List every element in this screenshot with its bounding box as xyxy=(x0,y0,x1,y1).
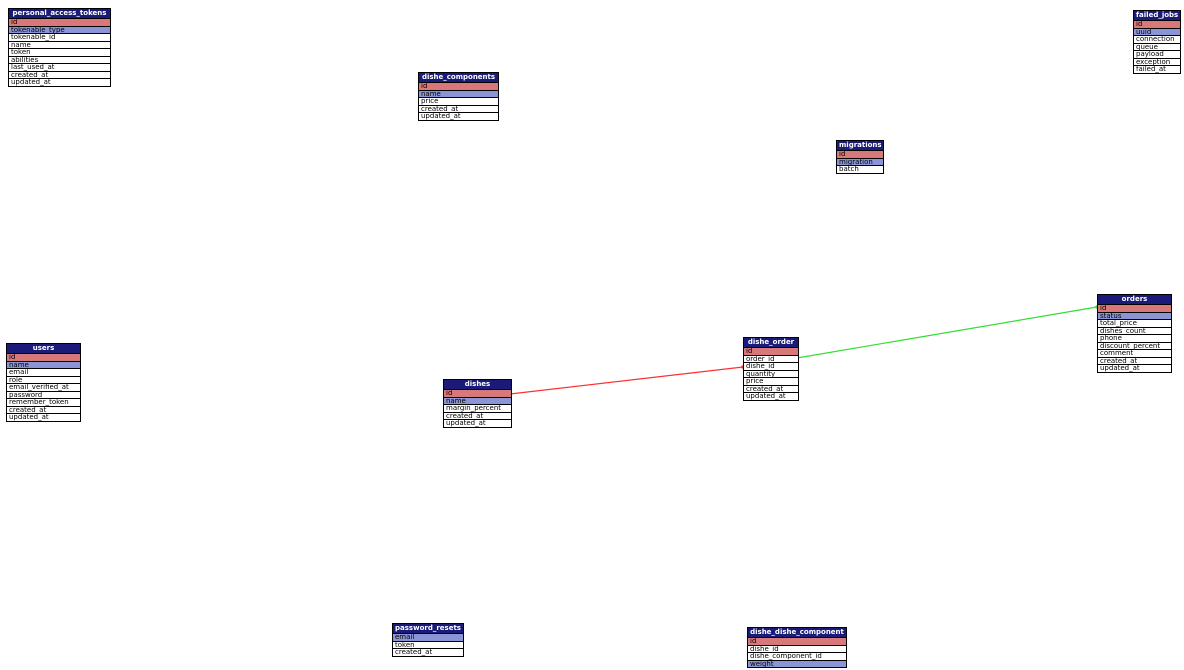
table-title: password_resets xyxy=(393,624,463,633)
table-field: created_at xyxy=(393,648,463,656)
table-password-resets[interactable]: password_resets email token created_at xyxy=(392,623,464,657)
primary-key-field: id xyxy=(419,82,498,90)
table-field: created_at xyxy=(419,104,498,113)
relation-dishe-order-to-orders xyxy=(795,305,1099,360)
table-users[interactable]: users id name email role email_verified_at pas… xyxy=(6,343,81,422)
primary-key-field: id xyxy=(444,389,511,397)
table-field: created_at xyxy=(744,384,798,393)
table-field: email xyxy=(7,368,80,376)
table-field: quantity xyxy=(744,369,798,378)
table-field: margin_percent xyxy=(444,404,511,412)
table-field: queue xyxy=(1134,42,1180,51)
table-field: token xyxy=(9,48,110,56)
table-field: discount_percent xyxy=(1098,341,1171,350)
table-field: order_id xyxy=(744,354,798,363)
table-title: failed_jobs xyxy=(1134,11,1180,20)
table-migrations[interactable]: migrations id migration batch xyxy=(836,140,884,174)
table-field: created_at xyxy=(7,405,80,414)
table-field: total_price xyxy=(1098,319,1171,327)
table-failed-jobs[interactable]: failed_jobs id uuid connection queue payload e… xyxy=(1133,10,1181,74)
table-field: role xyxy=(7,375,80,384)
key-field: name xyxy=(7,360,80,368)
primary-key-field: id xyxy=(748,637,846,645)
table-field: updated_at xyxy=(419,112,498,120)
table-field: exception xyxy=(1134,57,1180,66)
table-title: users xyxy=(7,344,80,353)
table-title: dishes xyxy=(444,380,511,389)
primary-key-field: id xyxy=(837,150,883,158)
table-field: price xyxy=(419,97,498,105)
relation-dishe-order-to-dishes xyxy=(508,365,745,396)
primary-key-field: id xyxy=(9,18,110,26)
table-dishe-dishe-component[interactable]: dishe_dishe_component id dishe_id dishe_com… xyxy=(747,627,847,668)
table-field: updated_at xyxy=(1098,364,1171,372)
key-field: migration xyxy=(837,157,883,165)
relation-line xyxy=(509,366,744,395)
table-title: personal_access_tokens xyxy=(9,9,110,18)
key-field: uuid xyxy=(1134,27,1180,35)
table-dishe-order[interactable]: dishe_order id order_id dishe_id quantity pri… xyxy=(743,337,799,401)
relations-layer xyxy=(508,305,1099,396)
table-field: phone xyxy=(1098,334,1171,342)
primary-key-field: id xyxy=(7,353,80,361)
key-field: name xyxy=(419,89,498,97)
table-field: updated_at xyxy=(444,419,511,427)
table-field: created_at xyxy=(1098,356,1171,365)
table-field: dishe_id xyxy=(744,362,798,370)
table-dishes[interactable]: dishes id name margin_percent created_at upda… xyxy=(443,379,512,428)
key-field: status xyxy=(1098,311,1171,319)
key-field: email xyxy=(393,633,463,641)
primary-key-field: id xyxy=(744,347,798,355)
table-title: dishe_dishe_component xyxy=(748,628,846,637)
table-field: token xyxy=(393,640,463,649)
primary-key-field: id xyxy=(1098,304,1171,312)
table-title: dishe_order xyxy=(744,338,798,347)
table-field: batch xyxy=(837,165,883,173)
table-field: updated_at xyxy=(9,78,110,86)
table-field: name xyxy=(9,40,110,49)
table-dishe-components[interactable]: dishe_components id name price created_at upd… xyxy=(418,72,499,121)
table-field: payload xyxy=(1134,50,1180,58)
table-field: created_at xyxy=(9,70,110,79)
table-field: connection xyxy=(1134,35,1180,43)
table-field: dishe_id xyxy=(748,644,846,653)
table-field: comment xyxy=(1098,349,1171,357)
table-field: price xyxy=(744,377,798,385)
table-title: migrations xyxy=(837,141,883,150)
table-field: password xyxy=(7,390,80,399)
table-field: dishe_component_id xyxy=(748,652,846,660)
key-field: weight xyxy=(748,659,846,667)
table-field: dishes_count xyxy=(1098,326,1171,335)
table-field: abilities xyxy=(9,55,110,64)
table-field: failed_at xyxy=(1134,65,1180,73)
table-personal-access-tokens[interactable]: personal_access_tokens id tokenable_type to… xyxy=(8,8,111,87)
table-field: updated_at xyxy=(7,413,80,421)
key-field: tokenable_type xyxy=(9,25,110,33)
primary-key-field: id xyxy=(1134,20,1180,28)
table-field: updated_at xyxy=(744,392,798,400)
key-field: name xyxy=(444,396,511,404)
table-title: dishe_components xyxy=(419,73,498,82)
table-orders[interactable]: orders id status total_price dishes_count pho… xyxy=(1097,294,1172,373)
table-field: email_verified_at xyxy=(7,383,80,391)
table-title: orders xyxy=(1098,295,1171,304)
table-field: last_used_at xyxy=(9,63,110,71)
table-field: tokenable_id xyxy=(9,33,110,41)
relation-line xyxy=(796,306,1098,359)
table-field: remember_token xyxy=(7,398,80,406)
table-field: created_at xyxy=(444,411,511,420)
